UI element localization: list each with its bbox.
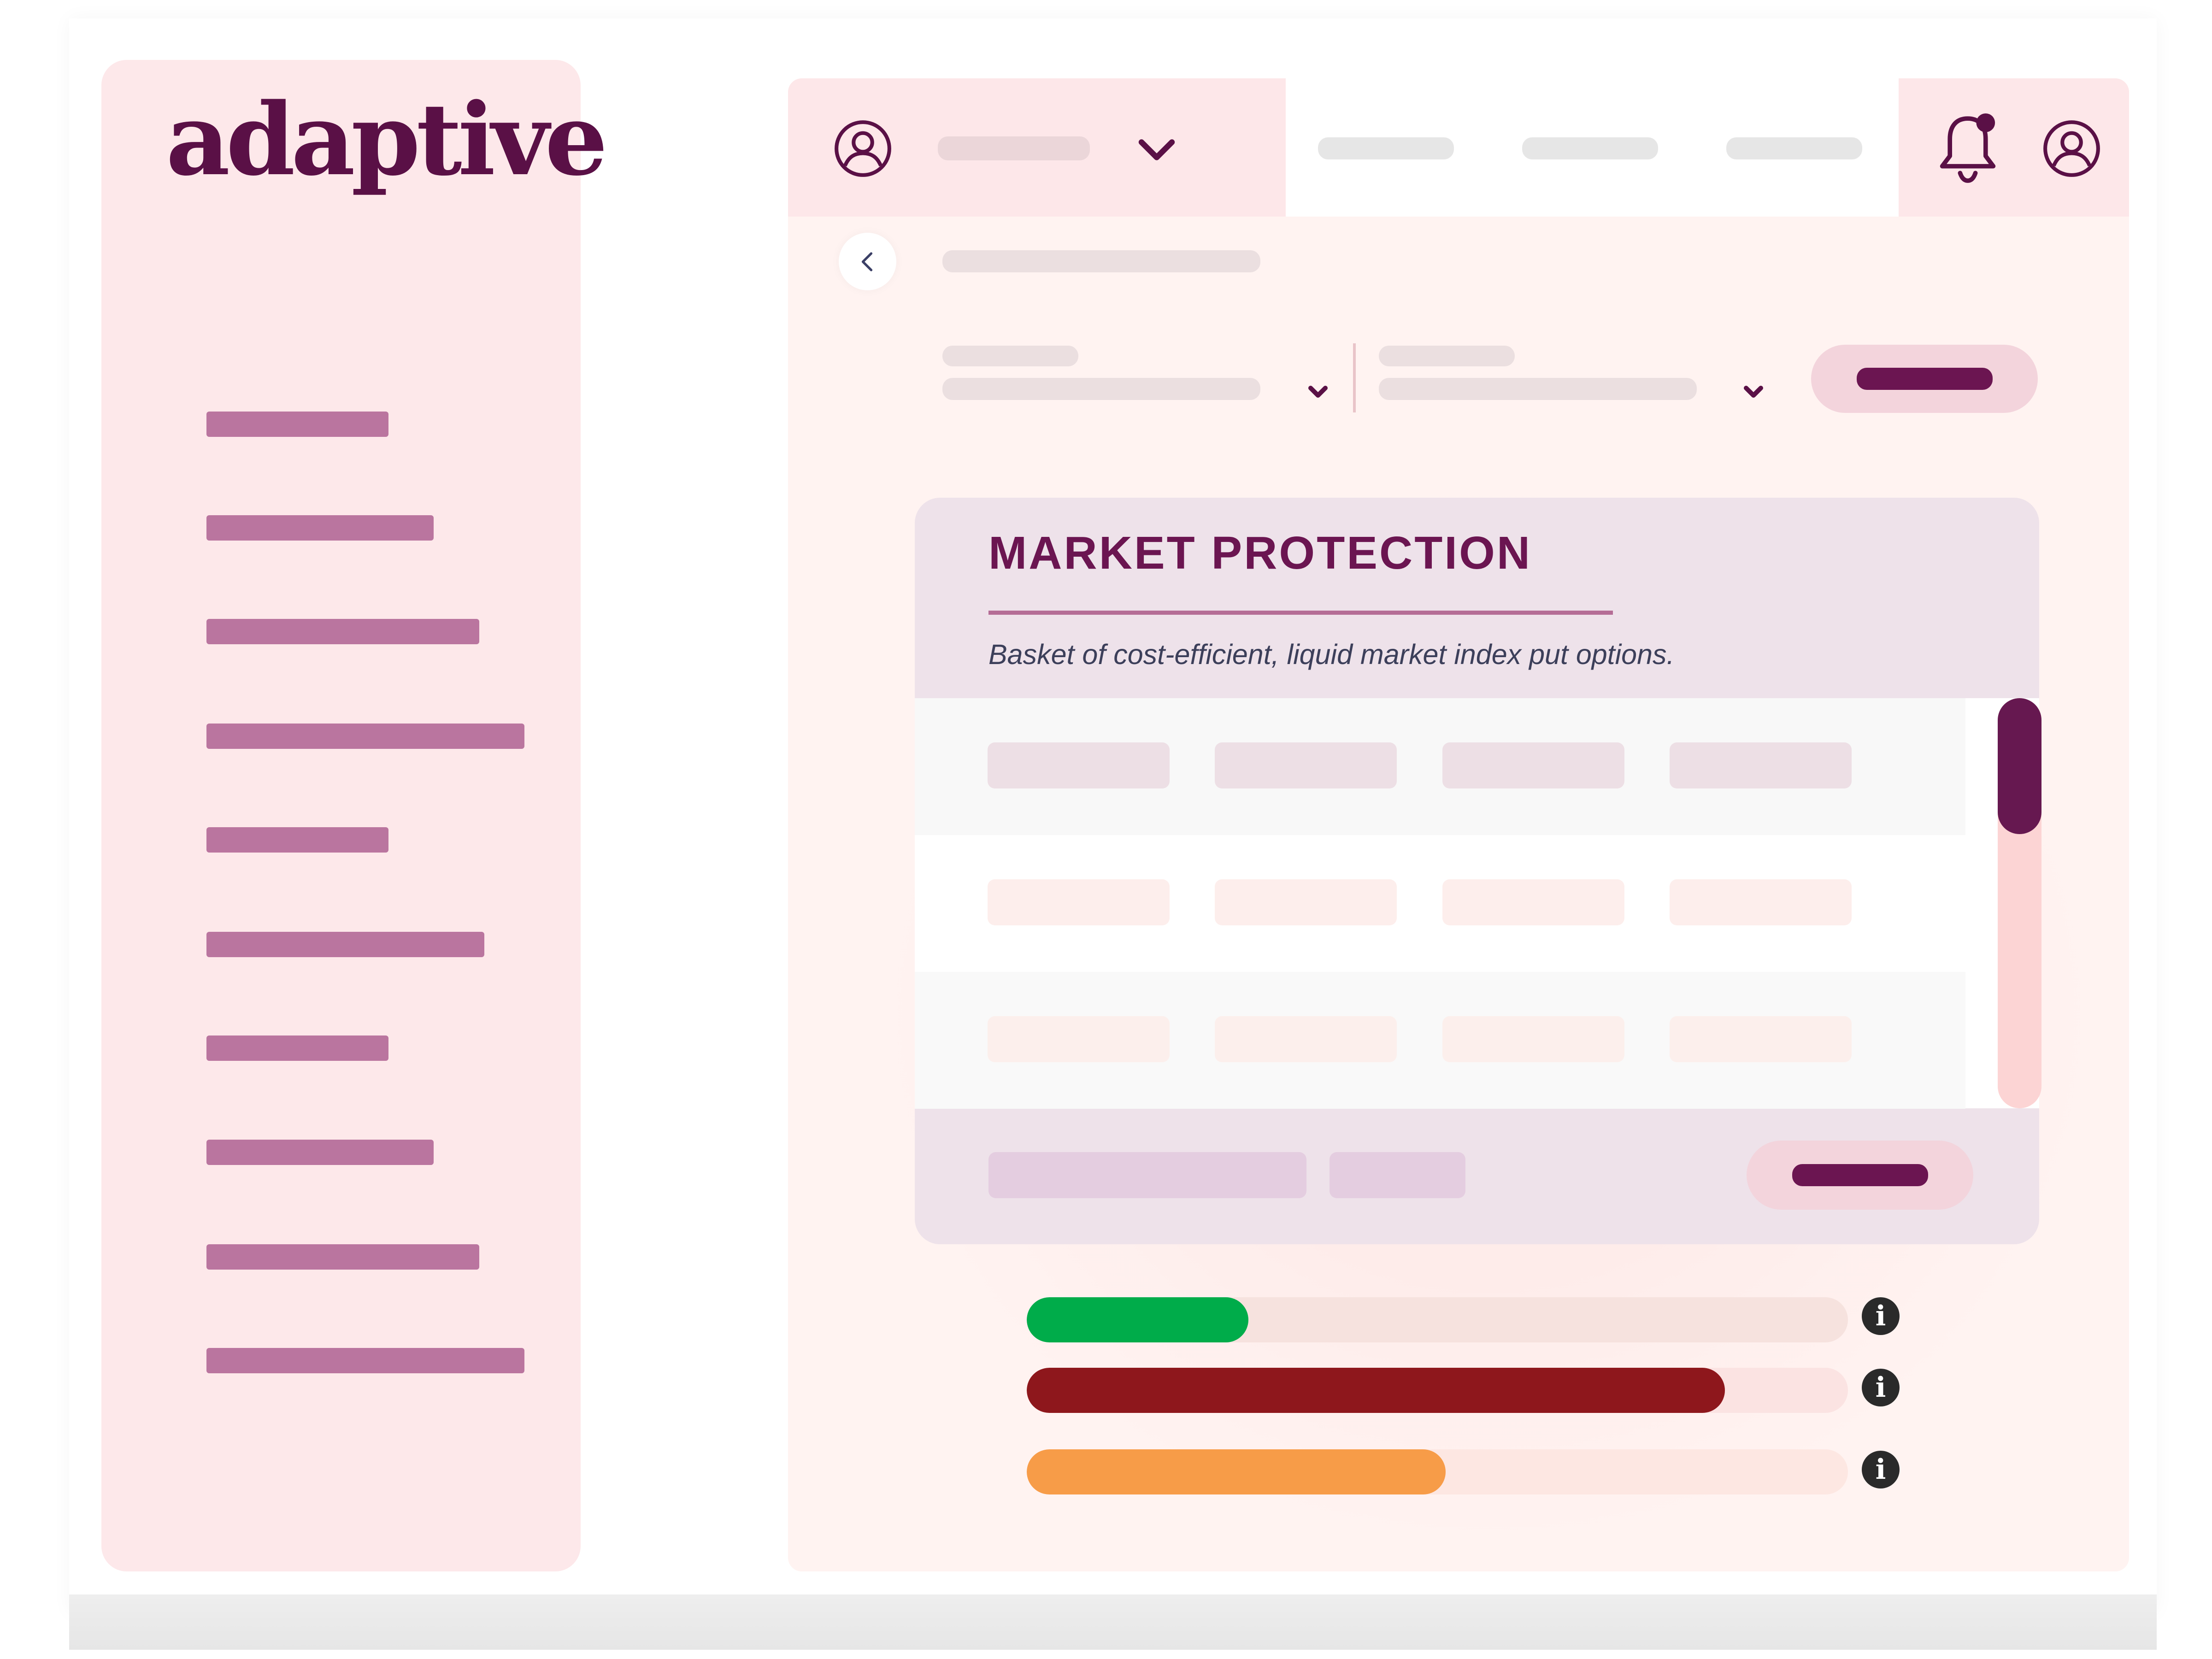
user-circle-icon[interactable] (832, 118, 894, 180)
progress-fill-red (1027, 1368, 1725, 1413)
chevron-left-icon (861, 252, 872, 271)
filter-label (942, 346, 1078, 366)
info-icon[interactable]: i (1862, 1297, 1900, 1335)
table-cell (1215, 1016, 1397, 1062)
info-icon[interactable]: i (1862, 1451, 1900, 1488)
table-cell (1670, 1016, 1852, 1062)
footer-placeholder (988, 1152, 1306, 1198)
breadcrumb (942, 250, 1260, 272)
sidebar-item[interactable] (206, 827, 388, 853)
sidebar-item[interactable] (206, 619, 479, 644)
sidebar-item[interactable] (206, 412, 388, 437)
sidebar-item[interactable] (206, 724, 524, 749)
table-cell (988, 879, 1170, 925)
filter-apply-button[interactable] (1811, 345, 2038, 413)
top-nav-link[interactable] (1726, 137, 1862, 159)
table-cell (1215, 879, 1397, 925)
bell-icon[interactable] (1933, 108, 2002, 187)
sidebar-item[interactable] (206, 1348, 524, 1373)
table-cell (988, 1016, 1170, 1062)
progress-bar-green (1027, 1297, 1848, 1342)
sidebar-item[interactable] (206, 932, 484, 957)
title-underline (988, 611, 1613, 615)
bottom-shadow (69, 1594, 2157, 1650)
progress-bar-orange (1027, 1449, 1848, 1494)
data-table (915, 698, 2039, 1109)
table-row[interactable] (915, 835, 1965, 972)
chevron-down-icon[interactable] (1300, 373, 1336, 410)
card-action-button[interactable] (1747, 1141, 1973, 1210)
top-nav-link[interactable] (1522, 137, 1658, 159)
table-cell (1442, 1016, 1624, 1062)
progress-fill-green (1027, 1297, 1249, 1342)
filter-divider (1353, 343, 1356, 412)
card-subtitle: Basket of cost-efficient, liquid market … (988, 639, 1675, 670)
table-cell (1670, 742, 1852, 788)
info-icon[interactable]: i (1862, 1369, 1900, 1406)
sidebar-item[interactable] (206, 1035, 388, 1061)
table-cell (1442, 742, 1624, 788)
profile-icon[interactable] (2041, 118, 2103, 180)
chevron-down-icon[interactable] (1131, 124, 1182, 175)
sidebar-item[interactable] (206, 1140, 434, 1165)
card-title: MARKET PROTECTION (988, 527, 1532, 579)
table-row[interactable] (915, 698, 1965, 835)
notification-dot (1976, 113, 1995, 132)
back-button[interactable] (839, 233, 896, 290)
filter-label (1379, 346, 1515, 366)
progress-fill-orange (1027, 1449, 1446, 1494)
sidebar-item[interactable] (206, 515, 434, 541)
app-logo[interactable]: adaptive (166, 90, 608, 189)
table-row[interactable] (915, 972, 1965, 1109)
filter-value[interactable] (942, 378, 1260, 400)
progress-bar-red (1027, 1368, 1848, 1413)
table-cell (1442, 879, 1624, 925)
account-name-placeholder (938, 136, 1090, 160)
table-cell (1215, 742, 1397, 788)
table-cell (1670, 879, 1852, 925)
card-action-label (1792, 1164, 1928, 1186)
footer-placeholder (1330, 1152, 1465, 1198)
top-nav-link[interactable] (1318, 137, 1454, 159)
chevron-down-icon[interactable] (1735, 373, 1772, 410)
sidebar (101, 60, 581, 1571)
sidebar-item[interactable] (206, 1244, 479, 1270)
table-cell (988, 742, 1170, 788)
scrollbar-thumb[interactable] (1998, 698, 2041, 834)
filter-value[interactable] (1379, 378, 1697, 400)
filter-apply-label (1856, 368, 1993, 390)
